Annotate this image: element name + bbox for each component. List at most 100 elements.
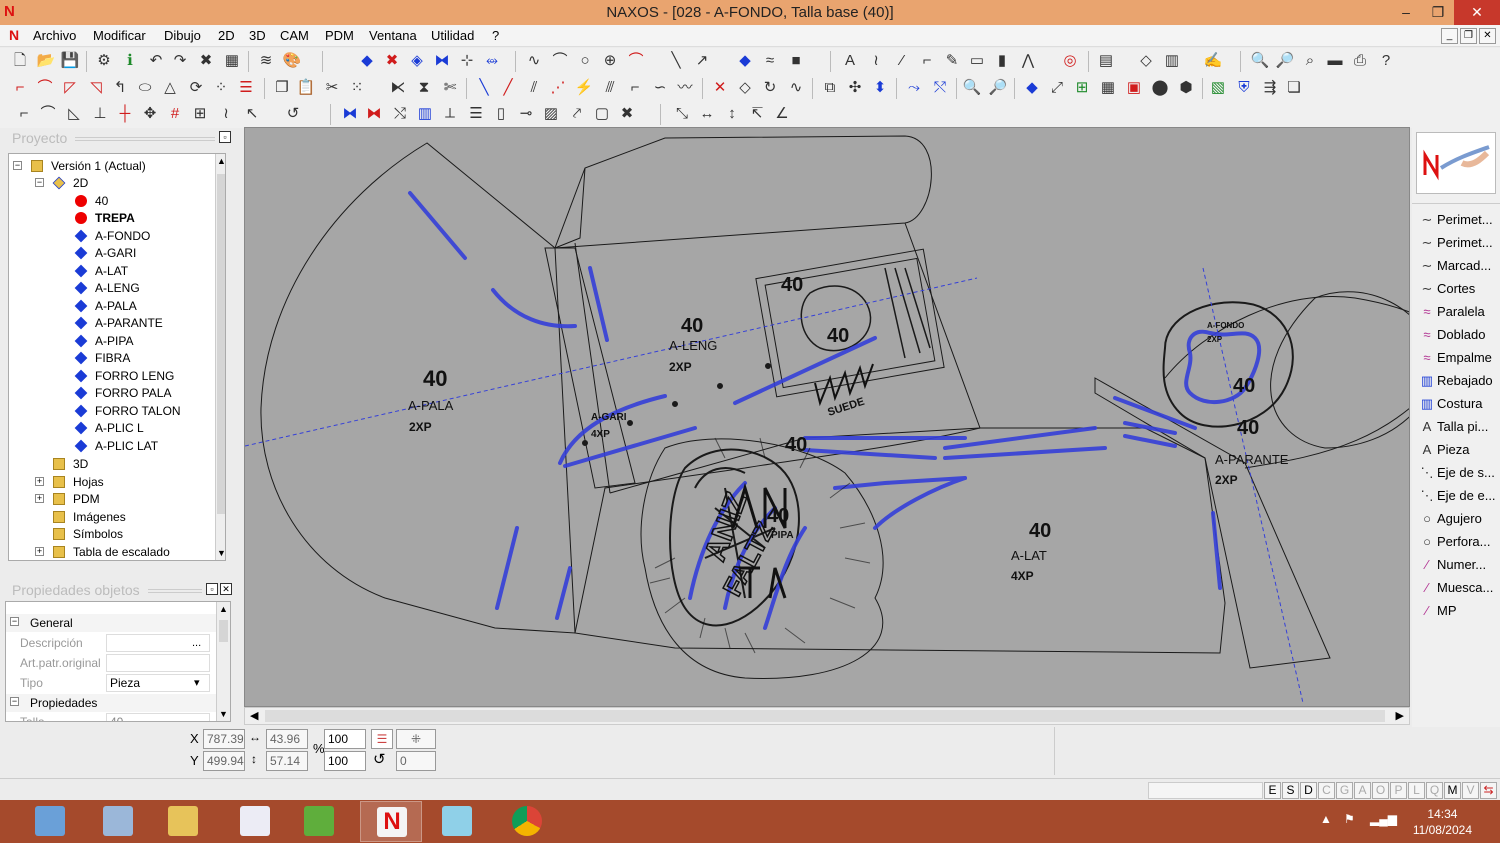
taskbar-calculator[interactable]	[19, 801, 81, 842]
arc-icon[interactable]: ⌒	[550, 51, 570, 71]
menu-dibujo[interactable]: Dibujo	[164, 28, 201, 43]
zoom-icon[interactable]: 🔍	[1250, 51, 1270, 71]
polyline-icon[interactable]: ↗	[692, 51, 712, 71]
status-flag-s[interactable]: S	[1282, 782, 1299, 799]
flip-icon[interactable]: ⧔	[388, 78, 408, 98]
cut-icon[interactable]: ✂	[322, 78, 342, 98]
chamfer-icon[interactable]: ◸	[60, 78, 80, 98]
height-field[interactable]: 57.14	[266, 751, 308, 771]
zoom-out-tool-icon[interactable]: 🔎	[988, 78, 1008, 98]
tree-item[interactable]: Imágenes	[9, 509, 209, 526]
print-icon[interactable]: ⎙	[1350, 51, 1370, 71]
triangle-icon[interactable]: △	[160, 78, 180, 98]
status-flag-p[interactable]: P	[1390, 782, 1407, 799]
paste-icon[interactable]: 📋	[296, 78, 316, 98]
status-sync-icon[interactable]: ⇆	[1480, 782, 1497, 799]
tree-item[interactable]: 3D	[9, 456, 209, 473]
anchor-icon[interactable]: ⟂	[440, 104, 460, 124]
align-button[interactable]: ☰	[371, 729, 393, 749]
measure-angle-icon[interactable]: ∠	[772, 104, 792, 124]
tree-item[interactable]: Símbolos	[9, 526, 209, 543]
slash-icon[interactable]: ⁄	[892, 51, 912, 71]
hook-icon[interactable]: ⌐	[917, 51, 937, 71]
command-mp-button[interactable]: ⁄ MP	[1416, 600, 1500, 622]
command-hole-button[interactable]: ○ Agujero	[1416, 508, 1500, 530]
status-flag-c[interactable]: C	[1318, 782, 1335, 799]
cross-red-icon[interactable]: ┼	[115, 104, 135, 124]
move-cross-icon[interactable]: ✥	[140, 104, 160, 124]
remove-icon[interactable]: ✖	[382, 51, 402, 71]
measure-v-icon[interactable]: ↕	[722, 104, 742, 124]
status-flag-v[interactable]: V	[1462, 782, 1479, 799]
measure-h-icon[interactable]: ↔	[697, 104, 717, 124]
command-skive-button[interactable]: ▥ Rebajado	[1416, 370, 1500, 392]
close-button[interactable]: ✕	[1454, 0, 1500, 25]
settings-icon[interactable]: ⚙	[94, 51, 114, 71]
descripcion-ellipsis-button[interactable]: ...	[192, 637, 201, 649]
line-red-icon[interactable]: ╱	[498, 78, 518, 98]
plus-box-icon[interactable]: ⊞	[190, 104, 210, 124]
corner-tool-icon[interactable]: ⌐	[14, 104, 34, 124]
tree-icon[interactable]: ⊹	[457, 51, 477, 71]
wave-edit-icon[interactable]: ≀	[216, 104, 236, 124]
frame-icon[interactable]: ▢	[592, 104, 612, 124]
offset-icon[interactable]: ◹	[86, 78, 106, 98]
taskbar-chrome[interactable]	[496, 801, 558, 842]
ruler-icon[interactable]: ▬	[1325, 51, 1345, 71]
diamond-outline-icon[interactable]: ◇	[735, 78, 755, 98]
tray-up-icon[interactable]: ▲	[1320, 812, 1332, 826]
rotate-icon[interactable]: ↻	[760, 78, 780, 98]
section-propiedades[interactable]: − Propiedades	[6, 694, 216, 712]
tree-expander-icon[interactable]: +	[35, 547, 44, 556]
tree-item[interactable]: + PDM	[9, 491, 209, 508]
columns-icon[interactable]: ▯	[491, 104, 511, 124]
tree-expander-icon[interactable]: −	[13, 161, 22, 170]
menu-3d[interactable]: 3D	[249, 28, 266, 43]
zoom-window-icon[interactable]: ⌕	[1300, 51, 1320, 71]
tree-expander-icon[interactable]: +	[35, 477, 44, 486]
menu-2d[interactable]: 2D	[218, 28, 235, 43]
tree-item[interactable]: TREPA	[9, 210, 209, 227]
tree-item[interactable]: − 2D	[9, 175, 209, 192]
status-flag-d[interactable]: D	[1300, 782, 1317, 799]
fillet-icon[interactable]: ⌒	[38, 104, 58, 124]
y-coordinate-field[interactable]: 499.94	[203, 751, 245, 771]
mirror-icon[interactable]: ⧓	[432, 51, 452, 71]
help-icon[interactable]: ?	[1376, 51, 1396, 71]
command-perimeter-button[interactable]: ∼ Perimet...	[1416, 232, 1500, 254]
shield-icon[interactable]: ⛨	[1234, 78, 1254, 98]
tree-item[interactable]: − Versión 1 (Actual)	[9, 158, 209, 175]
spline-icon[interactable]: ≈	[760, 51, 780, 71]
tree-expander-icon[interactable]: +	[35, 494, 44, 503]
document-icon[interactable]: N	[9, 27, 19, 43]
menu-utilidad[interactable]: Utilidad	[431, 28, 474, 43]
tree-item[interactable]: A-LAT	[9, 263, 209, 280]
corner-icon[interactable]: ⌐	[10, 78, 30, 98]
status-flag-a[interactable]: A	[1354, 782, 1371, 799]
picture-icon[interactable]: ▧	[1208, 78, 1228, 98]
scissor-line-icon[interactable]: ✄	[440, 78, 460, 98]
join-icon[interactable]: ⤳	[904, 78, 924, 98]
tree-item[interactable]: + Tabla de escalado	[9, 544, 209, 560]
pointer-icon[interactable]: ↖	[242, 104, 262, 124]
undo-icon[interactable]: ↶	[146, 51, 166, 71]
move-icon[interactable]: ◆	[357, 51, 377, 71]
sign-icon[interactable]: ✍	[1203, 51, 1223, 71]
zoom-out-icon[interactable]: 🔎	[1275, 51, 1295, 71]
tree-item[interactable]: A-LENG	[9, 280, 209, 297]
tree-expander-icon[interactable]: −	[35, 178, 44, 187]
tree-item[interactable]: FIBRA	[9, 350, 209, 367]
parallel-lines-icon[interactable]: ⫻	[600, 78, 620, 98]
hash-icon[interactable]: #	[165, 104, 185, 124]
marker-icon[interactable]: ◆	[735, 51, 755, 71]
prop-tipo[interactable]: Tipo Pieza ▾	[6, 673, 216, 693]
snap-icon[interactable]: ✕	[710, 78, 730, 98]
command-fold-button[interactable]: ≈ Doblado	[1416, 324, 1500, 346]
command-marker-button[interactable]: ∼ Marcad...	[1416, 255, 1500, 277]
up-down-icon[interactable]: ⬍	[870, 78, 890, 98]
menu-archivo[interactable]: Archivo	[33, 28, 76, 43]
fold-icon[interactable]: ⥈	[482, 51, 502, 71]
delete-icon[interactable]: ✖	[196, 51, 216, 71]
tree-item[interactable]: A-FONDO	[9, 228, 209, 245]
loop-icon[interactable]: ⟳	[186, 78, 206, 98]
